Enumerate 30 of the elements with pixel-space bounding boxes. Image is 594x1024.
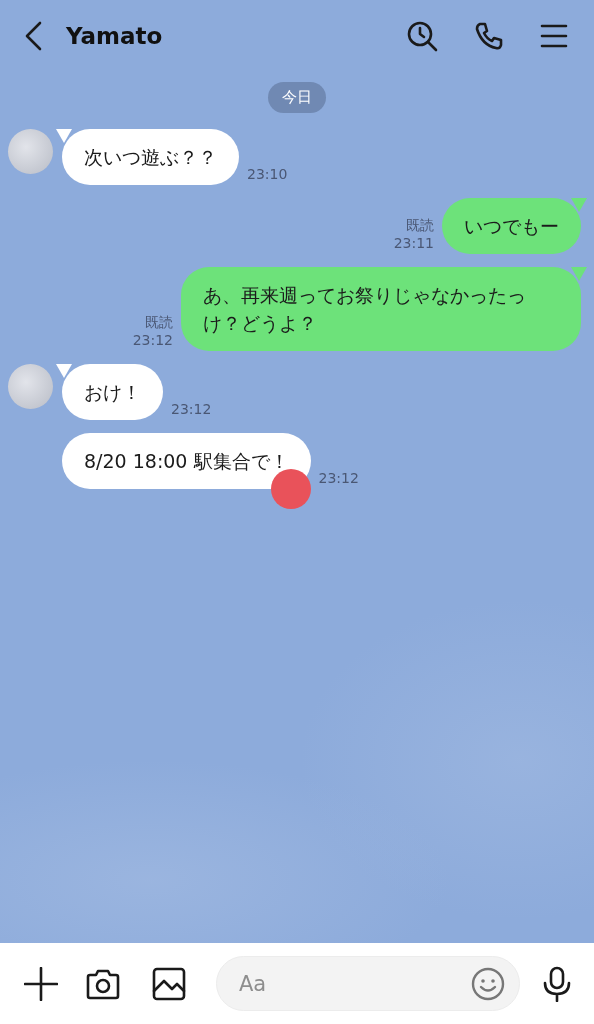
message-time: 23:12 <box>318 469 359 487</box>
bubble-tail <box>56 364 72 378</box>
read-receipt: 既読 <box>406 216 434 234</box>
message-time: 23:11 <box>393 234 434 252</box>
search-icon <box>406 20 438 52</box>
bubble-tail <box>571 198 587 212</box>
menu-icon <box>540 23 568 49</box>
text-input[interactable]: Aa <box>239 971 471 996</box>
message-time: 23:10 <box>247 165 288 183</box>
bubble-tail <box>56 129 72 143</box>
read-receipt: 既読 <box>145 313 173 331</box>
chat-title: Yamato <box>66 23 164 49</box>
call-button[interactable] <box>474 21 504 51</box>
bubble-tail <box>571 267 587 281</box>
add-button[interactable] <box>24 966 58 1001</box>
message-input-field[interactable]: Aa <box>216 956 520 1011</box>
message-time: 23:12 <box>132 331 173 349</box>
phone-icon <box>474 21 504 51</box>
menu-button[interactable] <box>540 23 568 49</box>
camera-icon <box>86 967 120 1000</box>
message-time: 23:12 <box>171 400 212 418</box>
image-button[interactable] <box>152 966 186 1001</box>
emoji-icon[interactable] <box>471 966 505 1001</box>
search-button[interactable] <box>406 20 438 52</box>
image-icon <box>152 966 186 1001</box>
camera-button[interactable] <box>86 967 120 1000</box>
voice-button[interactable] <box>542 965 572 1002</box>
microphone-icon <box>542 965 572 1002</box>
plus-icon <box>24 966 58 1001</box>
date-label: 今日 <box>268 82 326 113</box>
